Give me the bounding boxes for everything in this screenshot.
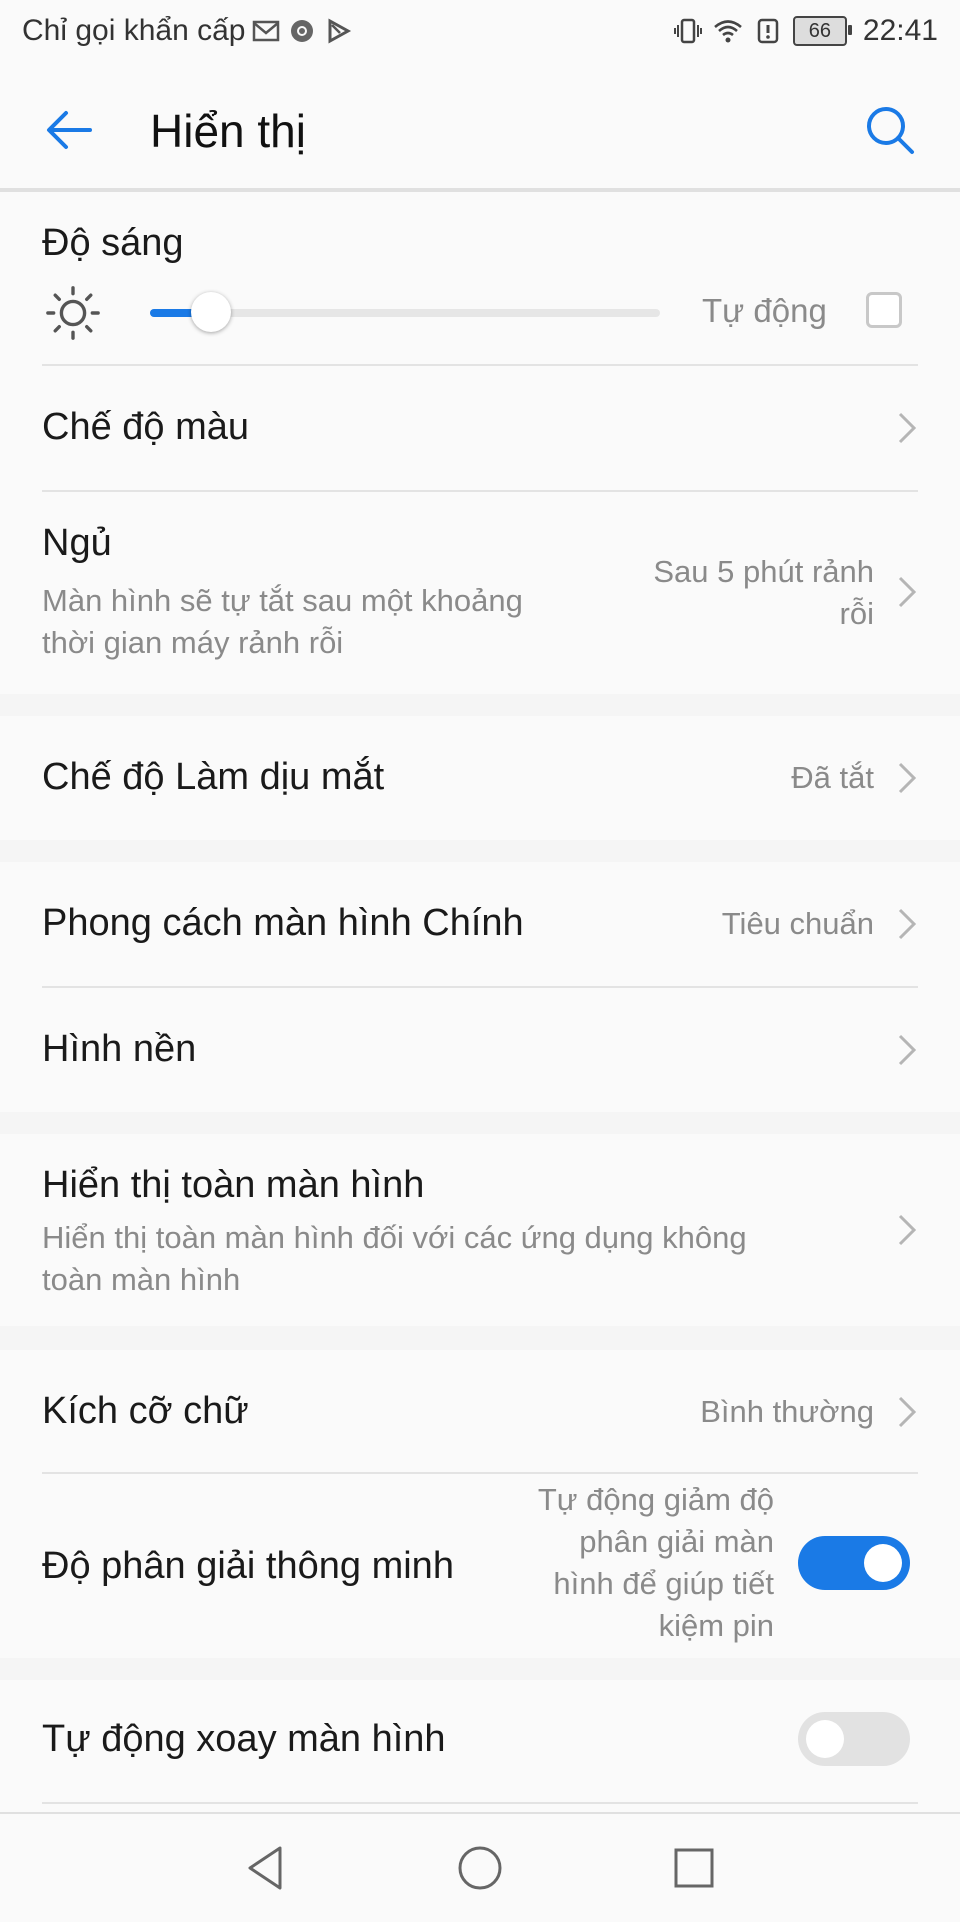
nav-home-circle-icon[interactable] [454,1842,506,1894]
auto-brightness-checkbox[interactable] [866,292,902,328]
brightness-title: Độ sáng [42,222,184,264]
chevron-right-icon [898,1214,917,1246]
chevron-right-icon [898,1396,917,1428]
navigation-bar [0,1812,960,1922]
toggle-knob [806,1720,844,1758]
full-screen-description-line1: Hiển thị toàn màn hình đối với các ứng d… [42,1220,747,1255]
auto-rotate-toggle[interactable] [798,1712,910,1766]
back-arrow-icon[interactable] [40,100,100,160]
chevron-right-icon [898,762,917,794]
status-right: 66 22:41 [673,14,938,48]
sleep-description-line1: Màn hình sẽ tự tắt sau một khoảng [42,583,523,618]
page-title: Hiển thị [150,105,306,157]
smart-resolution-toggle[interactable] [798,1536,910,1590]
chevron-right-icon [898,1034,917,1066]
auto-rotate-label: Tự động xoay màn hình [42,1718,446,1760]
search-icon[interactable] [860,100,920,160]
sleep-label: Ngủ [42,522,112,564]
full-screen-label: Hiển thị toàn màn hình [42,1164,425,1206]
auto-brightness-label: Tự động [702,292,827,329]
chrome-icon [291,20,314,42]
status-bar: Chỉ gọi khẩn cấp 66 22:41 [0,0,960,64]
vibrate-icon [673,18,702,44]
alert-icon [757,18,779,44]
full-screen-description-line2: toàn màn hình [42,1262,241,1297]
brightness-slider-thumb[interactable] [191,292,231,332]
clock: 22:41 [862,14,938,47]
toggle-knob [864,1544,902,1582]
eye-comfort-label: Chế độ Làm dịu mắt [42,756,385,798]
smart-resolution-description-line4: kiệm pin [658,1608,774,1643]
sleep-value-line2: rỗi [839,596,874,631]
wifi-icon [714,20,742,43]
nav-recents-square-icon[interactable] [668,1842,720,1894]
sleep-value-line1: Sau 5 phút rảnh [653,554,874,589]
chevron-right-icon [898,412,917,444]
home-style-label: Phong cách màn hình Chính [42,902,524,944]
sun-icon [46,286,100,340]
smart-resolution-description-line2: phân giải màn [579,1524,774,1559]
smart-resolution-description-line3: hình để giúp tiết [553,1566,774,1601]
carrier-text: Chỉ gọi khẩn cấp [22,14,246,47]
status-left: Chỉ gọi khẩn cấp [22,14,353,48]
font-size-label: Kích cỡ chữ [42,1390,249,1432]
nav-back-triangle-icon[interactable] [240,1842,292,1894]
sleep-description-line2: thời gian máy rảnh rỗi [42,625,344,660]
play-store-icon [328,18,352,44]
wallpaper-label: Hình nền [42,1028,197,1070]
smart-resolution-description-line1: Tự động giảm độ [537,1482,774,1517]
smart-resolution-label: Độ phân giải thông minh [42,1545,454,1587]
chevron-right-icon [898,908,917,940]
app-bar: Hiển thị [0,64,960,192]
divider [42,1802,918,1804]
gmail-icon [253,20,280,42]
battery-icon: 66 [792,16,852,46]
eye-comfort-value: Đã tắt [791,760,874,795]
home-style-value: Tiêu chuẩn [721,906,874,941]
font-size-value: Bình thường [700,1394,874,1429]
chevron-right-icon [898,576,917,608]
color-mode-label: Chế độ màu [42,406,250,448]
